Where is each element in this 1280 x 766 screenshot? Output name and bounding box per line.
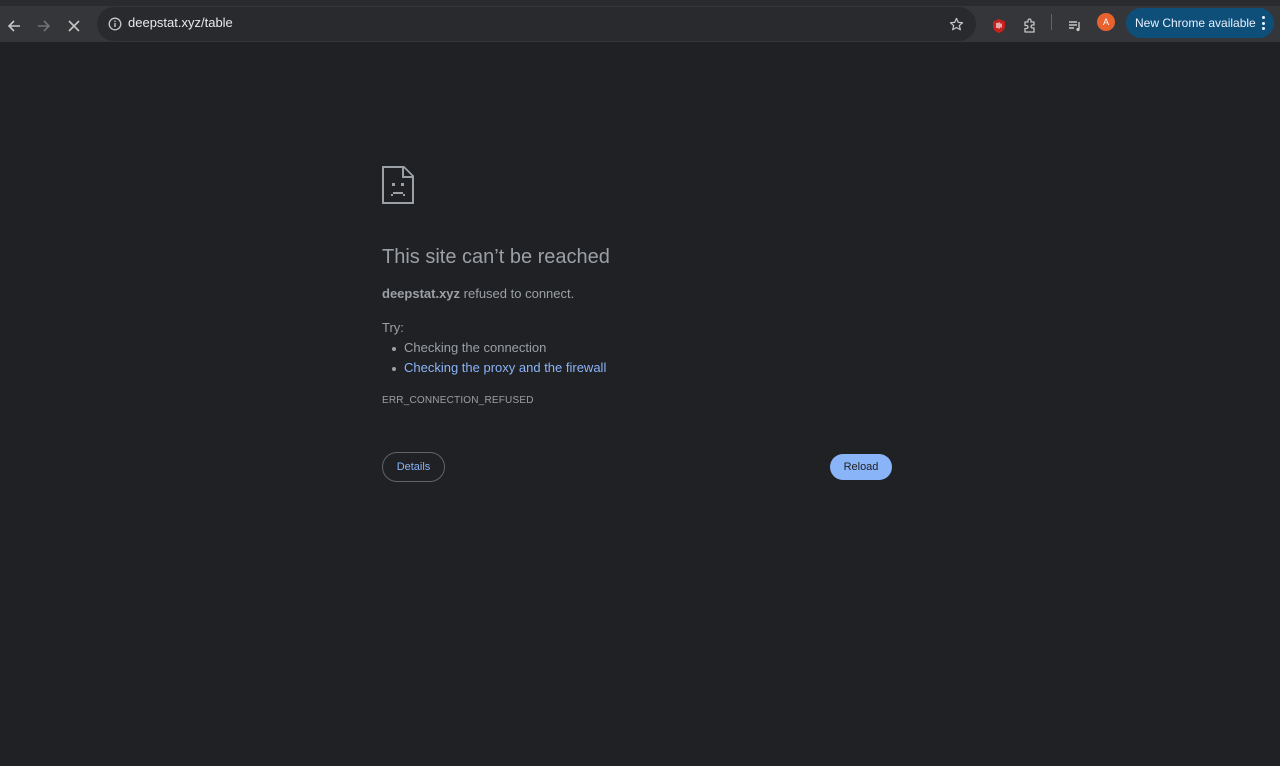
url-text[interactable]: deepstat.xyz/table xyxy=(128,15,233,30)
suggestion-check-proxy-link[interactable]: Checking the proxy and the firewall xyxy=(391,360,606,375)
error-code: ERR_CONNECTION_REFUSED xyxy=(382,395,534,406)
browser-toolbar: deepstat.xyz/table A New Chrome availabl… xyxy=(0,0,1280,42)
arrow-left-icon xyxy=(7,19,21,33)
media-queue-icon[interactable] xyxy=(1061,12,1089,40)
more-vert-icon[interactable] xyxy=(1260,16,1266,30)
details-button[interactable]: Details xyxy=(382,452,445,482)
suggestion-check-connection: Checking the connection xyxy=(391,340,547,355)
arrow-right-icon xyxy=(37,19,51,33)
error-host: deepstat.xyz xyxy=(382,286,461,301)
puzzle-icon[interactable] xyxy=(1016,12,1044,40)
address-bar[interactable]: deepstat.xyz/table xyxy=(97,7,976,41)
site-info-icon[interactable] xyxy=(104,13,126,35)
close-icon xyxy=(68,20,80,32)
profile-avatar[interactable]: A xyxy=(1097,13,1115,31)
try-label: Try: xyxy=(382,320,404,335)
update-label: New Chrome available xyxy=(1135,16,1256,30)
error-title: This site can’t be reached xyxy=(382,246,610,268)
back-button[interactable] xyxy=(0,12,28,40)
stop-loading-button[interactable] xyxy=(60,12,88,40)
sad-page-icon xyxy=(382,166,414,204)
error-message: deepstat.xyz refused to connect. xyxy=(382,286,574,301)
error-message-rest: refused to connect. xyxy=(460,286,575,301)
forward-button[interactable] xyxy=(30,12,58,40)
star-icon[interactable] xyxy=(944,12,968,36)
ublock-icon[interactable] xyxy=(985,12,1013,40)
reload-button[interactable]: Reload xyxy=(830,454,892,480)
new-chrome-update-button[interactable]: New Chrome available xyxy=(1126,8,1274,38)
toolbar-divider xyxy=(1051,14,1052,30)
